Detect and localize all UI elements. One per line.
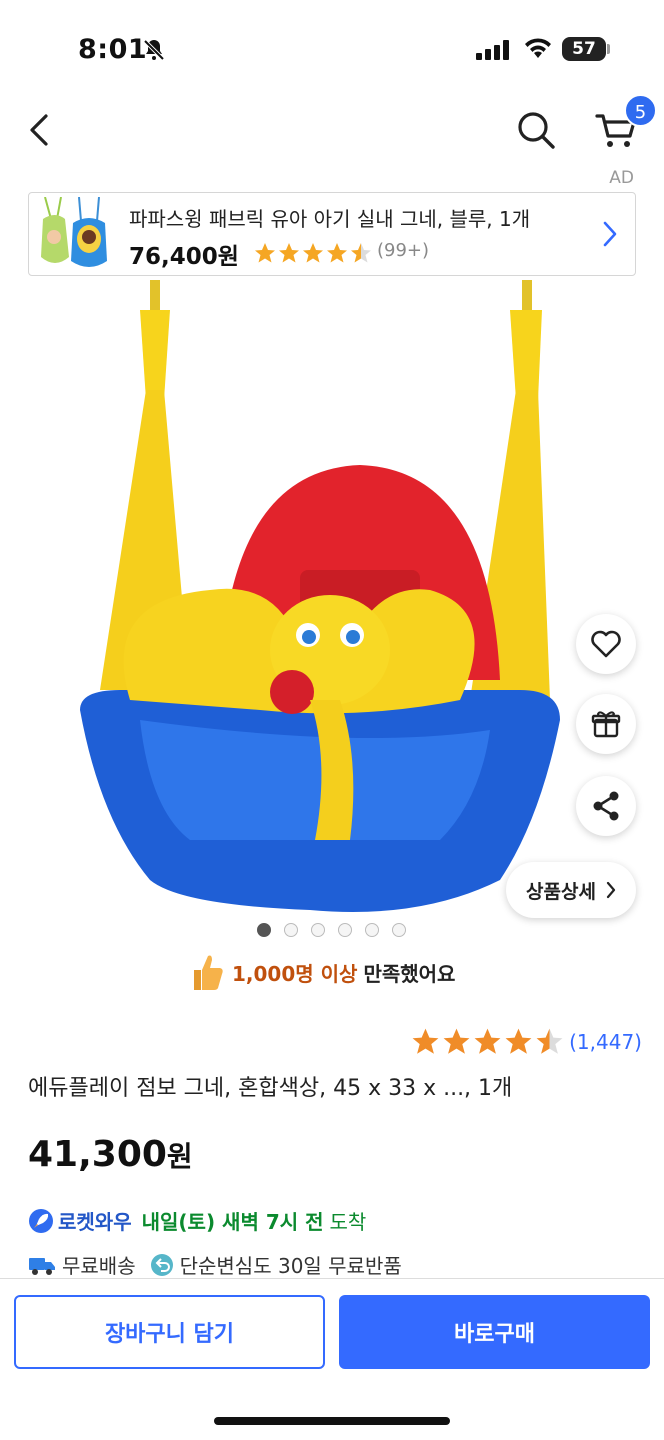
search-icon[interactable] <box>514 108 558 152</box>
star-icon <box>443 1028 470 1054</box>
battery-cap <box>607 44 610 54</box>
status-time: 8:01 <box>78 34 148 65</box>
satisfaction-text: 만족했어요 <box>363 961 456 986</box>
satisfaction-banner: 1,000명 이상 만족했어요 <box>190 950 455 994</box>
free-shipping-label: 무료배송 <box>62 1254 136 1278</box>
star-icon <box>303 243 323 263</box>
chevron-right-icon <box>603 221 617 247</box>
wifi-icon <box>525 38 551 58</box>
product-detail-label: 상품상세 <box>526 880 596 903</box>
rocket-wow-badge: 로켓와우 <box>58 1210 132 1234</box>
battery-icon: 57 <box>562 37 606 61</box>
star-icon <box>536 1028 563 1054</box>
delivery-day: 내일(토) 새벽 7시 전 <box>141 1210 324 1234</box>
ad-price: 76,400원 <box>129 244 239 270</box>
price-number: 41,300 <box>28 1134 167 1175</box>
product-price: 41,300원 <box>28 1134 193 1175</box>
delivery-suffix: 도착 <box>329 1210 367 1234</box>
star-icon <box>505 1028 532 1054</box>
ad-review-count: (99+) <box>377 240 430 261</box>
chevron-right-icon <box>606 881 616 899</box>
truck-icon <box>29 1257 55 1275</box>
bell-slash-icon <box>143 39 165 61</box>
star-icon <box>351 243 371 263</box>
ad-thumbnail <box>35 197 113 271</box>
thumbs-up-icon <box>194 955 223 990</box>
buy-now-button[interactable]: 바로구매 <box>339 1295 650 1369</box>
return-icon <box>150 1253 173 1276</box>
ad-title: 파파스윙 패브릭 유아 아기 실내 그네, 블루, 1개 <box>129 207 531 231</box>
product-review-count: (1,447) <box>569 1029 642 1054</box>
gift-icon <box>591 711 621 738</box>
gift-button[interactable] <box>576 694 636 754</box>
product-name: 에듀플레이 점보 그네, 혼합색상, 45 x 33 x ..., 1개 <box>28 1076 513 1101</box>
satisfaction-count: 1,000명 이상 <box>232 961 358 986</box>
bottom-action-bar: 장바구니 담기 바로구매 <box>0 1278 664 1440</box>
ad-banner[interactable]: 파파스윙 패브릭 유아 아기 실내 그네, 블루, 1개 76,400원 (99… <box>28 192 636 276</box>
cart-count-badge: 5 <box>624 94 657 127</box>
status-bar: 8:01 57 <box>0 0 664 100</box>
back-icon[interactable] <box>26 108 56 152</box>
price-unit: 원 <box>166 1140 193 1173</box>
product-rating-stars <box>410 1026 565 1057</box>
share-icon <box>593 791 619 821</box>
product-image[interactable] <box>60 280 590 920</box>
return-policy-label: 단순변심도 30일 무료반품 <box>179 1254 402 1278</box>
star-icon <box>255 243 275 263</box>
carousel-dot[interactable] <box>338 923 352 937</box>
wishlist-button[interactable] <box>576 614 636 674</box>
shipping-info: 무료배송 단순변심도 30일 무료반품 <box>28 1250 402 1279</box>
signal-icon <box>476 40 509 60</box>
star-icon <box>279 243 299 263</box>
star-icon <box>327 243 347 263</box>
product-detail-button[interactable]: 상품상세 <box>506 862 636 918</box>
delivery-info: 로켓와우 내일(토) 새벽 7시 전 도착 <box>28 1206 366 1235</box>
ad-label: AD <box>609 168 634 188</box>
home-indicator[interactable] <box>214 1417 450 1425</box>
carousel-dot[interactable] <box>257 923 271 937</box>
carousel-dot[interactable] <box>311 923 325 937</box>
share-button[interactable] <box>576 776 636 836</box>
carousel-dots <box>257 923 406 937</box>
carousel-dot[interactable] <box>392 923 406 937</box>
ad-rating-stars <box>253 241 373 265</box>
star-icon <box>474 1028 501 1054</box>
heart-icon <box>591 630 621 658</box>
carousel-dot[interactable] <box>365 923 379 937</box>
add-to-cart-button[interactable]: 장바구니 담기 <box>14 1295 325 1369</box>
product-rating[interactable]: (1,447) <box>410 1026 642 1057</box>
carousel-dot[interactable] <box>284 923 298 937</box>
top-nav: 5 <box>0 94 664 160</box>
star-icon <box>412 1028 439 1054</box>
rocket-icon <box>29 1208 53 1233</box>
